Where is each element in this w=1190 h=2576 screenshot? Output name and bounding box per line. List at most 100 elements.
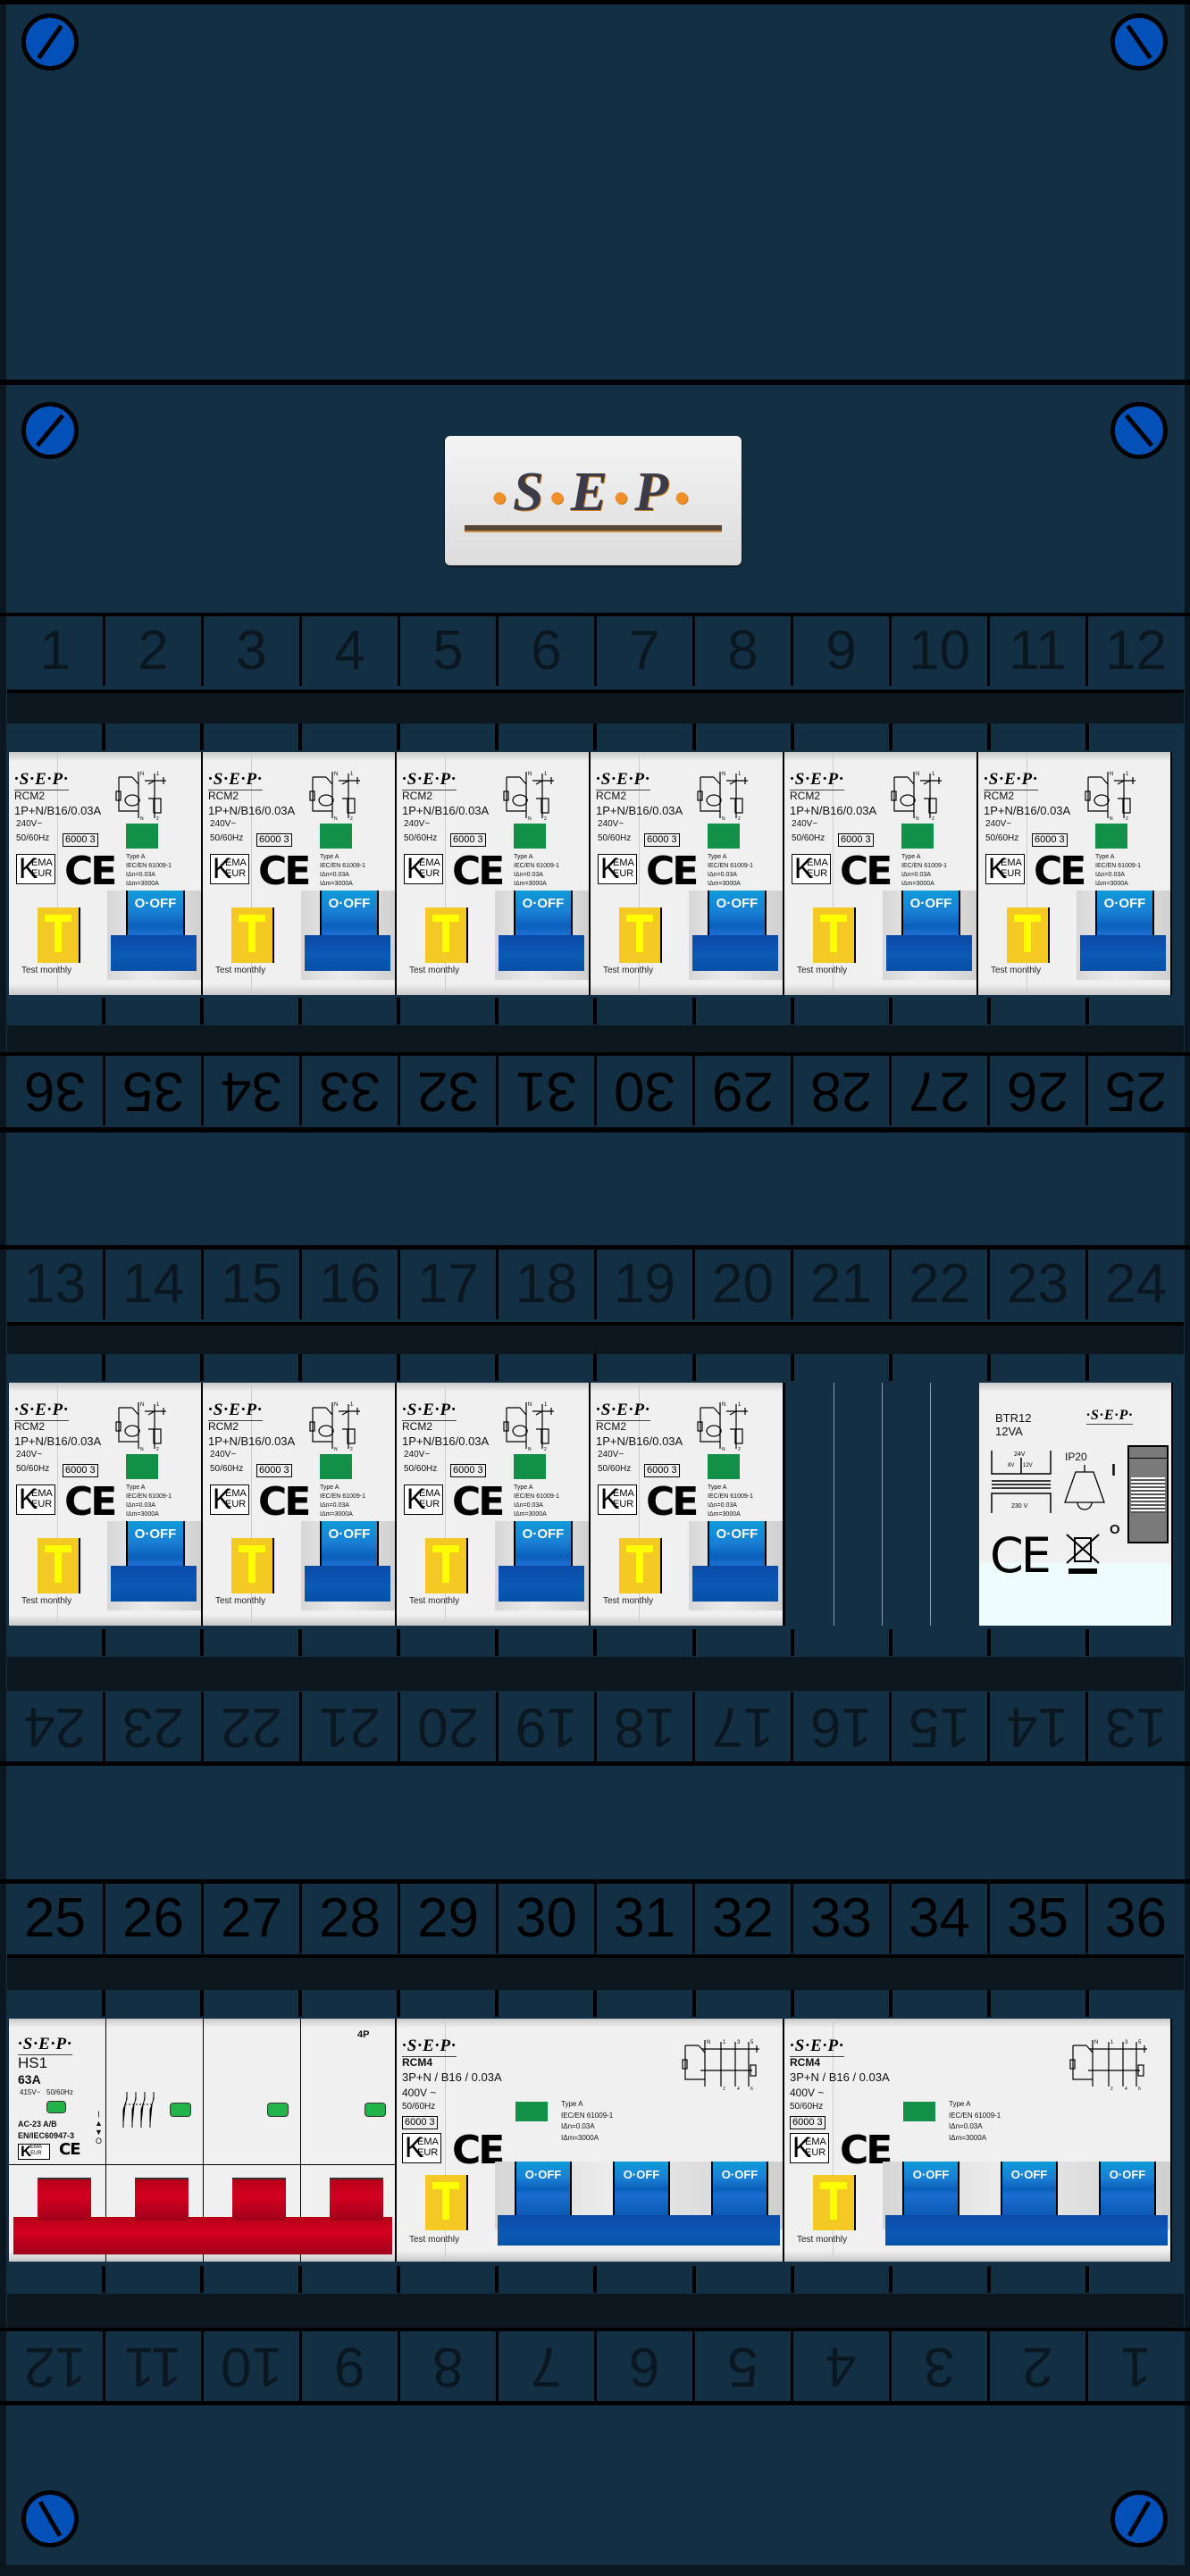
test-button[interactable] <box>425 907 468 963</box>
test-button[interactable] <box>231 907 274 963</box>
screw-icon[interactable] <box>1110 2490 1168 2547</box>
test-button[interactable] <box>231 1538 274 1593</box>
voltage-label: 400V ~ <box>790 2087 825 2099</box>
breaking-capacity: 6000 3 <box>644 833 680 847</box>
svg-text:8V: 8V <box>1008 1463 1014 1468</box>
svg-text:2: 2 <box>156 816 159 822</box>
circuit-number: 14 <box>990 1692 1085 1761</box>
test-button[interactable] <box>813 2175 856 2230</box>
frequency-label: 50/60Hz <box>402 2102 436 2112</box>
breaker-toggle-l2[interactable]: O·OFF <box>1001 2162 1058 2217</box>
circuit-number-strip: 1 2 3 4 5 6 7 8 9 10 11 12 <box>7 616 1184 686</box>
rail-border <box>0 1761 1190 1766</box>
breaking-capacity: 6000 3 <box>644 1464 680 1477</box>
voltage-label: 240V~ <box>404 1450 431 1459</box>
frequency-label: 50/60Hz <box>16 833 50 843</box>
kema-text: EMA EUR <box>225 857 247 879</box>
breaker-toggle-l1[interactable]: O·OFF <box>515 2162 572 2217</box>
svg-text:2: 2 <box>738 1447 741 1452</box>
kema-text: EMA EUR <box>1001 857 1022 879</box>
circuit-number: 25 <box>7 1884 103 1953</box>
circuit-number: 13 <box>7 1250 103 1319</box>
model-label: RCM2 <box>208 1420 239 1433</box>
svg-text:3: 3 <box>737 2040 741 2045</box>
rating-label: 1P+N/B16/0.03A <box>402 804 490 817</box>
breaking-capacity: 6000 3 <box>790 2116 825 2129</box>
circuit-number: 5 <box>400 616 496 686</box>
rating-label: 1P+N/B16/0.03A <box>596 804 683 817</box>
test-button[interactable] <box>38 907 80 963</box>
test-monthly-label: Test monthly <box>797 2235 848 2245</box>
svg-text:5: 5 <box>750 2040 754 2045</box>
test-button[interactable] <box>1007 907 1050 963</box>
circuit-number: 18 <box>499 1250 594 1319</box>
circuit-number: 28 <box>302 1884 398 1953</box>
screw-icon[interactable] <box>1110 402 1168 459</box>
pole-indicator <box>267 2103 289 2117</box>
screw-icon[interactable] <box>1110 13 1168 71</box>
category-label: AC-23 A/B <box>18 2120 57 2129</box>
main-switch-handle[interactable] <box>13 2217 392 2254</box>
ce-mark-icon: CE <box>452 1479 505 1525</box>
sep-logo: ·S·E·P· <box>984 770 1038 790</box>
kema-eur-mark: K EMA EUR <box>210 853 249 884</box>
test-button[interactable] <box>619 1538 662 1593</box>
on-label: I <box>1111 1461 1117 1479</box>
screw-icon[interactable] <box>21 2490 79 2547</box>
circuit-number-strip-flipped: 24 23 22 21 20 19 18 17 16 15 14 13 <box>7 1692 1184 1761</box>
svg-text:2: 2 <box>1126 816 1128 822</box>
svg-text:N: N <box>722 772 725 777</box>
test-monthly-label: Test monthly <box>21 966 72 975</box>
svg-text:N: N <box>722 1447 725 1452</box>
test-button[interactable] <box>813 907 856 963</box>
sep-logo: ·S·E·P· <box>1086 1408 1134 1425</box>
spec-text: Type A IEC/EN 61009-1 IΔn=0.03A IΔm=3000A <box>1095 854 1141 887</box>
label-cell-strip <box>7 1629 1184 1656</box>
status-indicator <box>515 2102 548 2121</box>
toggle-base <box>886 935 972 971</box>
logo-underline <box>465 525 722 532</box>
svg-text:2: 2 <box>738 816 741 822</box>
circuit-number: 9 <box>793 616 889 686</box>
spec-text: Type A IEC/EN 61009-1 IΔn=0.03A IΔm=3000A <box>708 854 753 887</box>
voltage-label: 240V~ <box>985 819 1012 829</box>
test-monthly-label: Test monthly <box>409 1596 460 1606</box>
breaking-capacity: 6000 3 <box>63 833 98 847</box>
status-indicator <box>320 1454 352 1479</box>
screw-icon[interactable] <box>21 13 79 71</box>
rocker-switch[interactable] <box>1127 1445 1169 1543</box>
breaker-toggle-l3[interactable]: O·OFF <box>1099 2162 1156 2217</box>
test-monthly-label: Test monthly <box>991 966 1042 975</box>
test-button[interactable] <box>38 1538 80 1593</box>
breaker-toggle-l1[interactable]: O·OFF <box>902 2162 960 2217</box>
circuit-number: 20 <box>400 1692 496 1761</box>
kema-text: EMA EUR <box>31 857 53 879</box>
circuit-number-strip-flipped: 12 11 10 9 8 7 6 5 4 3 2 1 <box>7 2331 1184 2401</box>
sep-logo: ·S·E·P· <box>402 2037 457 2057</box>
din-rail-band <box>7 1954 1184 1994</box>
sep-logo: ●S●E●P● <box>490 462 696 523</box>
kema-eur-mark: K EMA EUR <box>792 853 831 884</box>
svg-text:1: 1 <box>723 2040 726 2045</box>
test-button[interactable] <box>425 1538 468 1593</box>
test-monthly-label: Test monthly <box>21 1596 72 1606</box>
circuit-number: 12 <box>1088 616 1184 686</box>
switch-schematic-icon <box>122 2092 155 2128</box>
circuit-number: 27 <box>204 1884 299 1953</box>
circuit-number: 29 <box>695 1056 791 1125</box>
ce-mark-icon: CE <box>258 1479 311 1525</box>
off-label: O <box>1110 1522 1120 1537</box>
test-button[interactable] <box>619 907 662 963</box>
test-button[interactable] <box>425 2175 468 2230</box>
frequency-label: 50/60Hz <box>985 833 1019 843</box>
svg-text:N: N <box>528 1447 532 1452</box>
breaker-toggle-l3[interactable]: O·OFF <box>711 2162 768 2217</box>
frequency-label: 50/60Hz <box>404 833 438 843</box>
breaker-toggle-l2[interactable]: O·OFF <box>613 2162 670 2217</box>
svg-text:N: N <box>334 816 338 822</box>
sep-logo: ·S·E·P· <box>790 2037 844 2057</box>
voltage-label: 400V ~ <box>402 2087 437 2099</box>
svg-text:N: N <box>1094 2040 1098 2045</box>
sep-logo-badge: ●S●E●P● <box>445 436 742 565</box>
screw-icon[interactable] <box>21 402 79 459</box>
